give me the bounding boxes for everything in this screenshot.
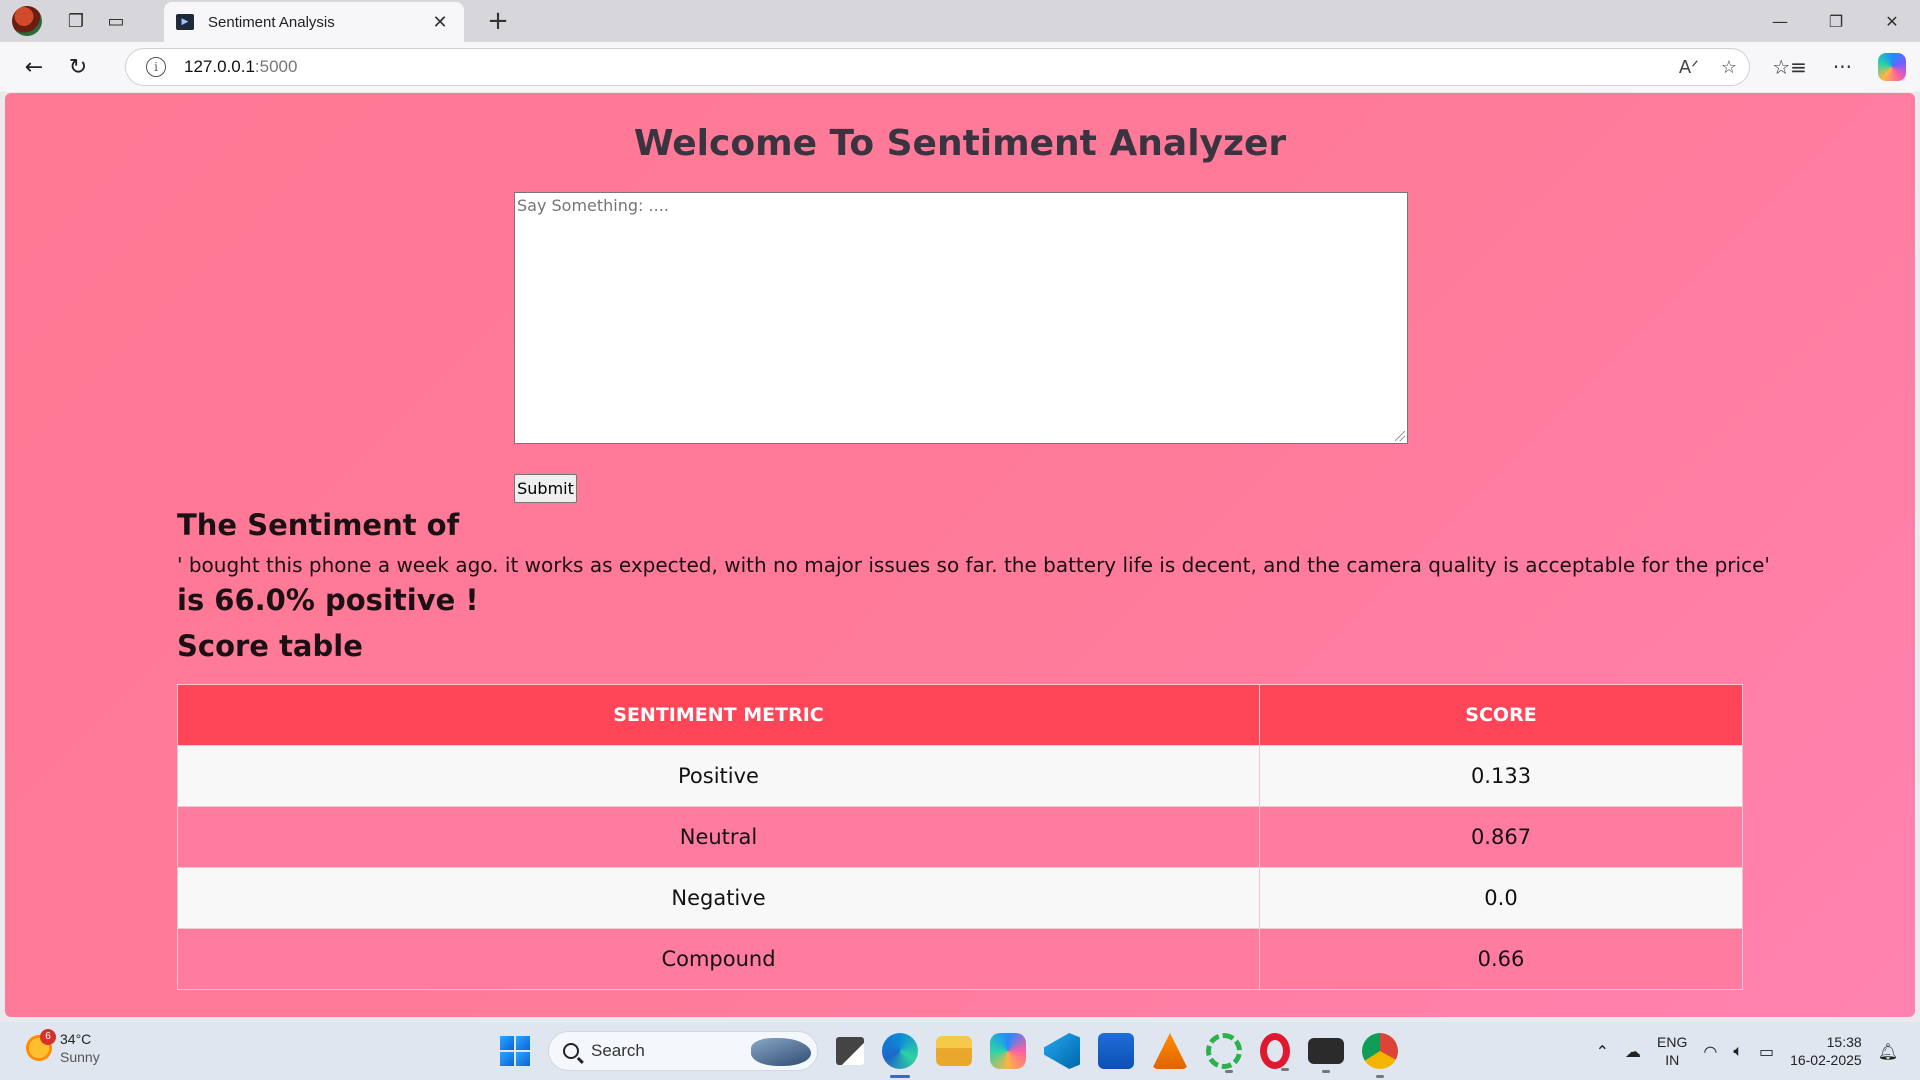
sentiment-heading: The Sentiment of: [177, 508, 460, 542]
language-indicator[interactable]: ENG IN: [1657, 1033, 1687, 1069]
windows-start-icon[interactable]: [500, 1036, 530, 1066]
chevron-up-icon[interactable]: ⌃: [1596, 1042, 1609, 1061]
new-tab-button[interactable]: +: [478, 2, 518, 42]
submit-button[interactable]: Submit: [514, 474, 577, 503]
address-bar[interactable]: i 127.0.0.1:5000 A͏ᐟ ☆: [125, 48, 1750, 86]
terminal-favicon-icon: ▶: [176, 14, 194, 30]
favorites-icon[interactable]: ☆≡: [1772, 55, 1807, 79]
metric-cell: Neutral: [177, 806, 1260, 868]
terminal-icon[interactable]: [1308, 1038, 1344, 1073]
refresh-app-icon[interactable]: [1206, 1033, 1242, 1073]
system-tray: ⌃ ☁ ENG IN ◠ 🔈︎ ▭ 15:38 16-02-2025 🔔︎: [1596, 1022, 1920, 1080]
chrome-icon[interactable]: [1362, 1033, 1398, 1078]
window-controls: — ❐ ✕: [1752, 0, 1920, 42]
metric-cell: Negative: [177, 867, 1260, 929]
volume-icon[interactable]: 🔈︎: [1733, 1041, 1743, 1061]
language-top: ENG: [1657, 1034, 1688, 1050]
back-arrow-icon[interactable]: ←: [12, 47, 56, 87]
score-cell: 0.0: [1259, 867, 1743, 929]
favorite-star-icon[interactable]: ☆: [1721, 57, 1737, 78]
score-table: SENTIMENT METRIC SCORE Positive 0.133 Ne…: [177, 684, 1743, 990]
address-port: :5000: [254, 57, 298, 76]
resize-grip-icon[interactable]: [1395, 431, 1405, 441]
file-explorer-icon[interactable]: [936, 1036, 972, 1066]
opera-icon[interactable]: [1260, 1033, 1290, 1071]
address-host: 127.0.0.1: [184, 57, 255, 76]
score-table-title: Score table: [177, 629, 363, 663]
vlc-icon[interactable]: [1152, 1033, 1188, 1069]
task-view-icon[interactable]: [836, 1037, 864, 1065]
minimize-icon[interactable]: —: [1752, 0, 1808, 42]
clock[interactable]: 15:38 16-02-2025: [1790, 1033, 1862, 1069]
close-tab-icon[interactable]: ✕: [428, 12, 452, 33]
profile-avatar[interactable]: [12, 6, 42, 36]
notification-bell-icon[interactable]: 🔔︎: [1878, 1042, 1898, 1061]
weather-widget[interactable]: 6 34°C Sunny: [26, 1029, 100, 1066]
read-aloud-icon[interactable]: A͏ᐟ: [1679, 57, 1699, 78]
table-row: Neutral 0.867: [177, 806, 1743, 868]
analyzed-text: ' bought this phone a week ago. it works…: [177, 553, 1770, 577]
table-row: Compound 0.66: [177, 928, 1743, 990]
column-header-metric: SENTIMENT METRIC: [177, 684, 1260, 746]
sentiment-textarea[interactable]: Say Something: ....: [514, 192, 1408, 444]
metric-cell: Positive: [177, 745, 1260, 807]
score-cell: 0.133: [1259, 745, 1743, 807]
weather-badge: 6: [40, 1029, 56, 1045]
page-title: Welcome To Sentiment Analyzer: [633, 123, 1287, 164]
table-header-row: SENTIMENT METRIC SCORE: [177, 684, 1743, 746]
search-label: Search: [591, 1041, 645, 1060]
onedrive-icon[interactable]: ☁: [1625, 1042, 1641, 1061]
restore-icon[interactable]: ❐: [1808, 0, 1864, 42]
vertical-tabs-icon[interactable]: ▭: [96, 1, 136, 41]
vscode-icon[interactable]: [1044, 1033, 1080, 1069]
battery-icon[interactable]: ▭: [1759, 1042, 1774, 1061]
refresh-icon[interactable]: ↻: [56, 47, 100, 87]
sun-icon: 6: [26, 1029, 56, 1061]
weather-condition: Sunny: [60, 1049, 100, 1065]
table-row: Negative 0.0: [177, 867, 1743, 929]
taskbar-search[interactable]: Search: [548, 1031, 818, 1071]
browser-toolbar: ← ↻ i 127.0.0.1:5000 A͏ᐟ ☆ ☆≡ ···: [0, 42, 1920, 92]
copilot-icon[interactable]: [1878, 53, 1906, 81]
table-row: Positive 0.133: [177, 745, 1743, 807]
score-cell: 0.66: [1259, 928, 1743, 990]
sentiment-result: is 66.0% positive !: [177, 583, 479, 617]
more-options-icon[interactable]: ···: [1833, 55, 1852, 79]
workspaces-icon[interactable]: ❐: [56, 1, 96, 41]
score-cell: 0.867: [1259, 806, 1743, 868]
browser-tabbar: ❐ ▭ ▶ Sentiment Analysis ✕ + — ❐ ✕: [0, 0, 1920, 42]
clock-date: 16-02-2025: [1790, 1052, 1862, 1068]
browser-tab-active[interactable]: ▶ Sentiment Analysis ✕: [164, 2, 464, 42]
edge-icon[interactable]: [882, 1033, 918, 1078]
weather-temp: 34°C: [60, 1031, 92, 1047]
close-window-icon[interactable]: ✕: [1864, 0, 1920, 42]
page-viewport: Welcome To Sentiment Analyzer Say Someth…: [5, 93, 1915, 1017]
site-info-icon[interactable]: i: [146, 57, 166, 77]
wifi-icon[interactable]: ◠: [1703, 1042, 1717, 1061]
clock-time: 15:38: [1826, 1034, 1862, 1050]
column-header-score: SCORE: [1259, 684, 1743, 746]
search-highlight-icon: [751, 1038, 811, 1066]
textarea-placeholder: Say Something: ....: [517, 196, 669, 215]
language-bottom: IN: [1665, 1052, 1680, 1068]
copilot-app-icon[interactable]: [990, 1033, 1026, 1069]
metric-cell: Compound: [177, 928, 1260, 990]
tab-title: Sentiment Analysis: [208, 13, 335, 31]
search-icon: [563, 1043, 579, 1059]
taskbar: 6 34°C Sunny Search ⌃ ☁ ENG IN ◠ 🔈︎ ▭ 15…: [0, 1022, 1920, 1080]
store-icon[interactable]: [1098, 1033, 1134, 1069]
taskbar-apps: Search: [500, 1022, 1398, 1080]
